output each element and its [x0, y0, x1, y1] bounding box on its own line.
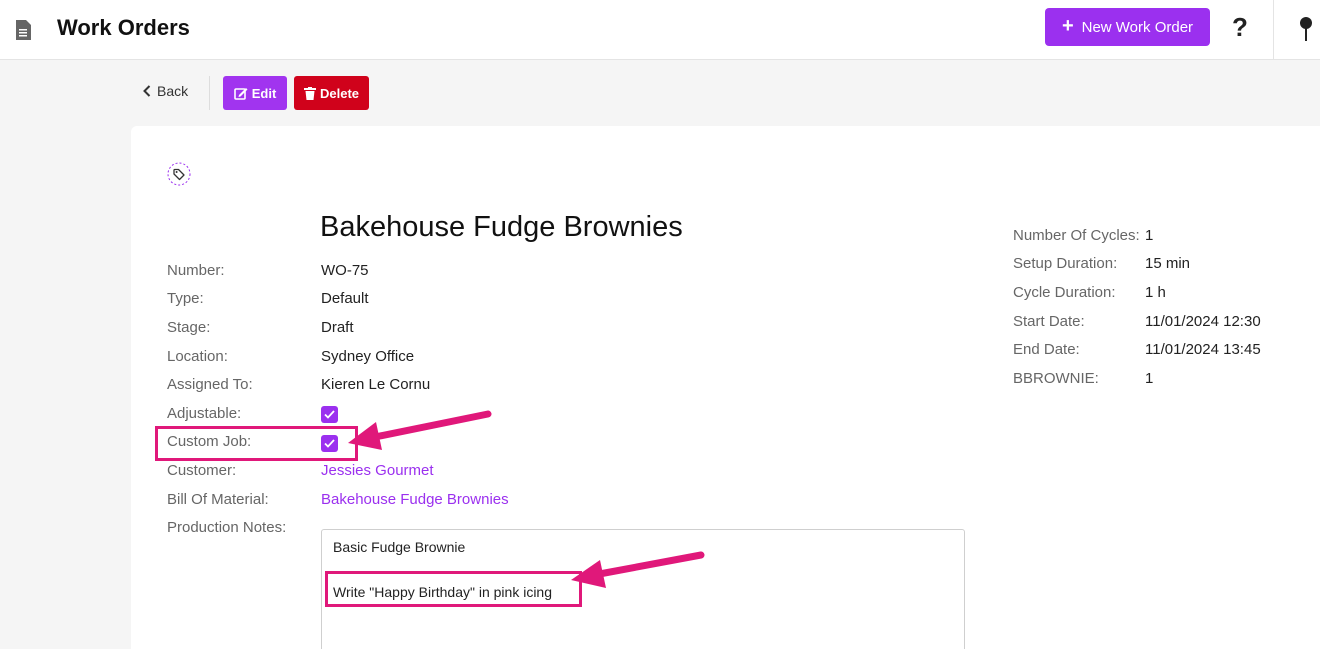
new-work-order-label: New Work Order — [1081, 18, 1194, 36]
checkmark-icon — [324, 410, 335, 419]
note-highlight-box — [325, 571, 582, 607]
tag-icon[interactable] — [167, 162, 191, 186]
adjustable-checkbox[interactable] — [321, 406, 338, 423]
cycle-duration-value: 1 h — [1145, 284, 1166, 301]
stage-value: Draft — [321, 319, 354, 336]
top-bar: Work Orders + New Work Order ? — [0, 0, 1320, 60]
document-icon — [16, 20, 31, 40]
assigned-to-label: Assigned To: — [167, 376, 253, 393]
number-of-cycles-value: 1 — [1145, 227, 1154, 244]
page-title: Work Orders — [57, 15, 190, 40]
bill-of-material-label: Bill Of Material: — [167, 491, 269, 508]
back-label: Back — [157, 83, 189, 99]
end-date-value: 11/01/2024 13:45 — [1145, 341, 1261, 358]
pin-icon[interactable] — [1298, 16, 1314, 42]
custom-job-highlight-box — [155, 426, 358, 461]
stage-label: Stage: — [167, 319, 211, 336]
help-icon[interactable]: ? — [1232, 12, 1248, 43]
new-work-order-button[interactable]: + New Work Order — [1045, 8, 1210, 46]
delete-button[interactable]: Delete — [294, 76, 369, 110]
number-of-cycles-label: Number Of Cycles: — [1013, 227, 1140, 244]
plus-icon: + — [1061, 14, 1074, 37]
delete-label: Delete — [319, 85, 360, 101]
bbrownie-value: 1 — [1145, 370, 1154, 387]
bill-of-material-link[interactable]: Bakehouse Fudge Brownies — [321, 491, 509, 508]
number-value: WO-75 — [321, 262, 369, 279]
type-value: Default — [321, 290, 369, 307]
assigned-to-value: Kieren Le Cornu — [321, 376, 431, 393]
production-notes-label: Production Notes: — [167, 519, 287, 536]
location-value: Sydney Office — [321, 348, 415, 365]
edit-icon — [233, 87, 248, 100]
divider — [1273, 0, 1274, 60]
number-label: Number: — [167, 262, 225, 279]
cycle-duration-label: Cycle Duration: — [1013, 284, 1116, 301]
customer-label: Customer: — [167, 462, 237, 479]
location-label: Location: — [167, 348, 228, 365]
edit-label: Edit — [251, 85, 277, 101]
edit-button[interactable]: Edit — [223, 76, 287, 110]
work-order-title: Bakehouse Fudge Brownies — [320, 211, 683, 243]
adjustable-label: Adjustable: — [167, 405, 242, 422]
start-date-value: 11/01/2024 12:30 — [1145, 313, 1261, 330]
end-date-label: End Date: — [1013, 341, 1080, 358]
setup-duration-label: Setup Duration: — [1013, 255, 1118, 272]
bbrownie-label: BBROWNIE: — [1013, 370, 1099, 387]
back-button[interactable]: Back — [143, 83, 188, 99]
start-date-label: Start Date: — [1013, 313, 1085, 330]
customer-link[interactable]: Jessies Gourmet — [321, 462, 434, 479]
toolbar-divider — [209, 76, 210, 110]
chevron-left-icon — [143, 85, 151, 97]
setup-duration-value: 15 min — [1145, 255, 1191, 272]
type-label: Type: — [167, 290, 204, 307]
production-note-line: Basic Fudge Brownie — [333, 539, 466, 555]
trash-icon — [303, 86, 316, 100]
